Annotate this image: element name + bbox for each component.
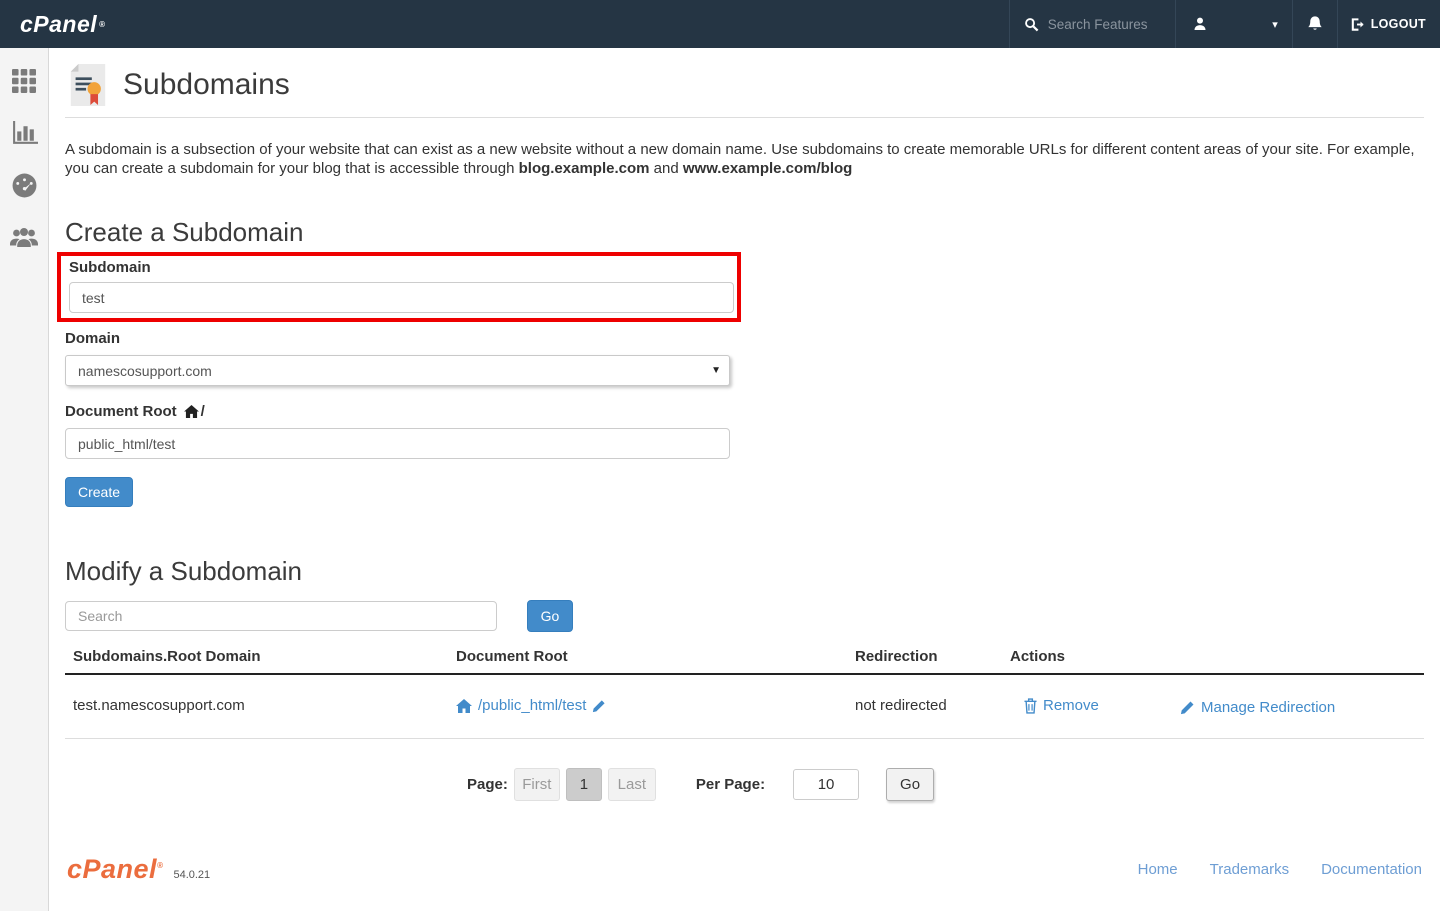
sidebar-item-home[interactable] [11,68,37,94]
pagination: Page: First 1 Last Per Page: Go [467,768,1424,801]
page-label: Page: [467,776,508,793]
cpanel-logo: cPanel® [0,0,106,48]
header-document-root: Document Root [456,642,855,673]
sidebar-item-dashboard[interactable] [11,172,37,198]
table-header-row: Subdomains.Root Domain Document Root Red… [65,642,1424,675]
last-page-button[interactable]: Last [608,768,656,801]
manage-redirection-link[interactable]: Manage Redirection [1180,697,1335,718]
description-example-2: www.example.com/blog [683,160,852,177]
manage-redirection-label: Manage Redirection [1201,699,1335,716]
remove-link[interactable]: Remove [1024,697,1099,714]
navbar-spacer [106,0,1009,48]
notifications-button[interactable] [1292,0,1337,48]
version-text: 54.0.21 [173,869,210,881]
subdomain-search-row: Go [65,600,1424,632]
grid-icon [12,69,36,93]
features-search[interactable] [1009,0,1175,48]
red-annotation-box: Subdomain [57,252,741,322]
domain-selected-value: namescosupport.com [78,363,212,379]
speedometer-icon [11,172,38,199]
action-remove-wrap: Remove [1024,697,1180,718]
footer-logo-text: cPanel [67,854,157,884]
first-page-button[interactable]: First [514,768,560,801]
search-icon [1024,17,1039,32]
logout-icon [1350,17,1365,32]
page-header: Subdomains [65,48,1424,118]
bell-icon [1306,15,1324,33]
table-body: test.namescosupport.com /public_html/tes… [65,675,1424,739]
document-root-path: /public_html/test [478,697,586,714]
footer-link-trademarks[interactable]: Trademarks [1210,861,1289,878]
subdomain-label: Subdomain [69,259,737,276]
cell-document-root: /public_html/test [456,675,855,738]
subdomains-table: Subdomains.Root Domain Document Root Red… [65,642,1424,739]
current-page-button[interactable]: 1 [566,768,602,801]
user-icon [1192,16,1208,32]
docroot-slash: / [201,403,205,420]
footer-brand: cPanel® 54.0.21 [67,854,210,885]
create-subdomain-heading: Create a Subdomain [65,217,1424,247]
sidebar-item-user-manager[interactable] [11,224,37,250]
docroot-input[interactable] [65,428,730,459]
domain-select[interactable]: namescosupport.com ▼ [65,355,730,386]
remove-label: Remove [1043,697,1099,714]
search-go-button[interactable]: Go [527,600,573,632]
cell-redirection: not redirected [855,675,1010,738]
top-navbar: cPanel® ▾ LOGOUT [0,0,1440,48]
cpanel-footer-logo: cPanel® [67,854,163,885]
domain-label: Domain [65,330,1424,347]
page-footer: cPanel® 54.0.21 Home Trademarks Document… [65,854,1424,885]
subdomain-search-input[interactable] [65,601,497,631]
per-page-input[interactable] [793,769,859,800]
subdomains-certificate-icon [67,62,109,108]
pencil-icon [592,699,606,713]
header-subdomains-root-domain: Subdomains.Root Domain [65,642,456,673]
cpanel-logo-text: cPanel [20,11,97,38]
footer-link-home[interactable]: Home [1138,861,1178,878]
per-page-go-button[interactable]: Go [886,768,934,801]
select-caret-icon: ▼ [711,365,721,376]
pencil-icon [1180,700,1195,715]
cell-subdomain: test.namescosupport.com [65,675,456,738]
features-search-input[interactable] [1048,17,1166,32]
footer-registered-mark: ® [157,861,163,870]
description-example-1: blog.example.com [519,160,650,177]
footer-links: Home Trademarks Documentation [1138,861,1422,878]
logout-button[interactable]: LOGOUT [1337,0,1440,48]
docroot-group: Document Root / [65,403,1424,459]
create-button[interactable]: Create [65,477,133,507]
docroot-label-row: Document Root / [65,403,1424,420]
description-and: and [649,160,682,177]
docroot-label: Document Root [65,403,177,420]
trash-icon [1024,698,1037,714]
sidebar-item-statistics[interactable] [11,120,37,146]
left-sidebar [0,48,49,911]
header-redirection: Redirection [855,642,1010,673]
main-content: Subdomains A subdomain is a subsection o… [49,48,1440,911]
cell-actions: Remove Manage Redirection [1010,675,1424,738]
logout-label: LOGOUT [1371,17,1426,31]
per-page-label: Per Page: [696,776,765,793]
home-icon [184,405,199,418]
page-title: Subdomains [123,68,290,102]
bar-chart-icon [11,121,38,146]
header-actions: Actions [1010,642,1424,673]
page-description: A subdomain is a subsection of your webs… [65,140,1421,178]
chevron-down-icon: ▾ [1272,18,1278,31]
table-row: test.namescosupport.com /public_html/tes… [65,675,1424,739]
subdomain-input[interactable] [69,282,734,313]
domain-group: Domain namescosupport.com ▼ [65,330,1424,386]
document-root-link[interactable]: /public_html/test [456,697,606,714]
home-icon [456,699,472,713]
modify-subdomain-heading: Modify a Subdomain [65,556,1424,586]
users-icon [10,225,38,249]
footer-link-documentation[interactable]: Documentation [1321,861,1422,878]
user-menu[interactable]: ▾ [1175,0,1292,48]
